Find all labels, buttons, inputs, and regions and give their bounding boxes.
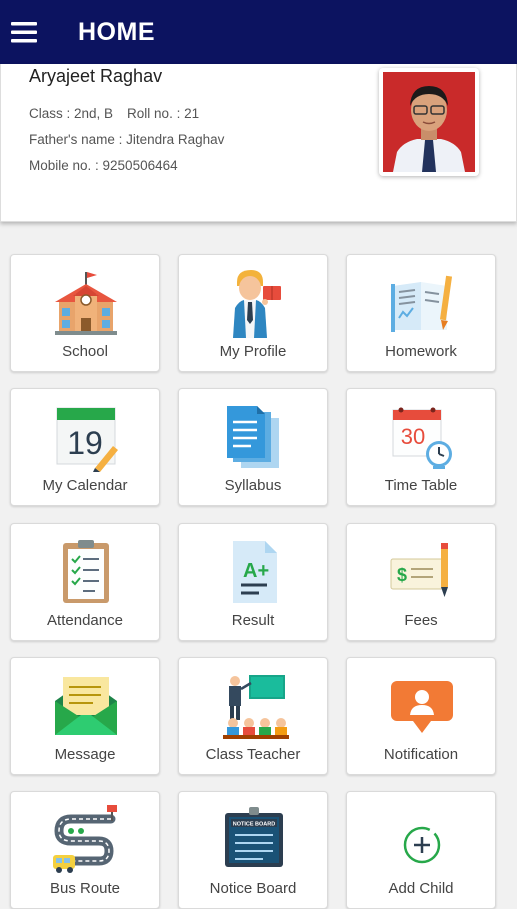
- tile-fees[interactable]: $ Fees: [346, 523, 496, 641]
- tile-my-calendar[interactable]: 19 My Calendar: [10, 388, 160, 506]
- roll-number-text: Roll no. : 21: [127, 106, 200, 121]
- mobile-number-text: Mobile no. : 9250506464: [29, 158, 178, 173]
- tile-notification[interactable]: Notification: [346, 657, 496, 775]
- page-title: HOME: [78, 17, 155, 46]
- father-name-text: Father's name : Jitendra Raghav: [29, 132, 225, 147]
- clipboard-checklist-icon: [51, 537, 121, 607]
- envelope-icon: [51, 671, 121, 741]
- book-pencil-icon: [387, 268, 457, 338]
- tile-label: Class Teacher: [205, 746, 301, 763]
- bus-route-icon: [51, 805, 121, 875]
- tile-label: Result: [231, 612, 275, 629]
- student-name: Aryajeet Raghav: [29, 66, 163, 86]
- tile-attendance[interactable]: Attendance: [10, 523, 160, 641]
- tile-bus-route[interactable]: Bus Route: [10, 791, 160, 909]
- calendar-clock-icon: 30: [387, 402, 457, 472]
- class-roll-line: Class : 2nd, B Roll no. : 21: [29, 106, 199, 121]
- tile-syllabus[interactable]: Syllabus: [178, 388, 328, 506]
- tile-label: Message: [54, 746, 116, 763]
- student-avatar-icon: [383, 72, 475, 172]
- menu-button[interactable]: [0, 0, 50, 64]
- cheque-pen-icon: $: [387, 537, 457, 607]
- class-text: Class : 2nd, B: [29, 106, 114, 121]
- notification-bubble-icon: [387, 671, 457, 741]
- currency-symbol: $: [397, 565, 407, 585]
- classroom-icon: [219, 671, 289, 741]
- tile-label: Time Table: [384, 477, 458, 494]
- tile-homework[interactable]: Homework: [346, 254, 496, 372]
- tile-notice-board[interactable]: NOTICE BOARD Notice Board: [178, 791, 328, 909]
- tile-add-child[interactable]: Add Child: [346, 791, 496, 909]
- tile-label: Fees: [404, 612, 438, 629]
- student-photo: [379, 68, 479, 176]
- grade-text: A+: [243, 560, 269, 582]
- tile-label: School: [62, 343, 108, 360]
- tile-label: Attendance: [47, 612, 123, 629]
- grade-sheet-icon: A+: [219, 537, 289, 607]
- tile-my-profile[interactable]: My Profile: [178, 254, 328, 372]
- app-bar: HOME: [0, 0, 517, 64]
- add-circle-icon: [387, 805, 457, 875]
- tile-time-table[interactable]: 30 Time Table: [346, 388, 496, 506]
- notice-board-icon: NOTICE BOARD: [219, 805, 289, 875]
- tile-label: Homework: [385, 343, 457, 360]
- hamburger-menu-icon: [11, 22, 37, 43]
- tile-label: Notice Board: [209, 880, 297, 897]
- tile-label: Bus Route: [49, 880, 121, 897]
- timetable-day-number: 30: [401, 424, 425, 449]
- documents-icon: [219, 402, 289, 472]
- tile-label: My Profile: [219, 343, 287, 360]
- calendar-icon: 19: [51, 402, 121, 472]
- tile-message[interactable]: Message: [10, 657, 160, 775]
- tile-label: Add Child: [388, 880, 454, 897]
- student-profile-card: Aryajeet Raghav Class : 2nd, B Roll no. :…: [0, 64, 517, 222]
- tile-school[interactable]: School: [10, 254, 160, 372]
- teacher-profile-icon: [219, 268, 289, 338]
- tile-label: Syllabus: [224, 477, 282, 494]
- calendar-day-number: 19: [67, 425, 103, 461]
- board-heading: NOTICE BOARD: [233, 822, 276, 828]
- school-icon: [51, 268, 121, 338]
- tile-label: My Calendar: [42, 477, 128, 494]
- tile-result[interactable]: A+ Result: [178, 523, 328, 641]
- tile-class-teacher[interactable]: Class Teacher: [178, 657, 328, 775]
- tile-label: Notification: [383, 746, 459, 763]
